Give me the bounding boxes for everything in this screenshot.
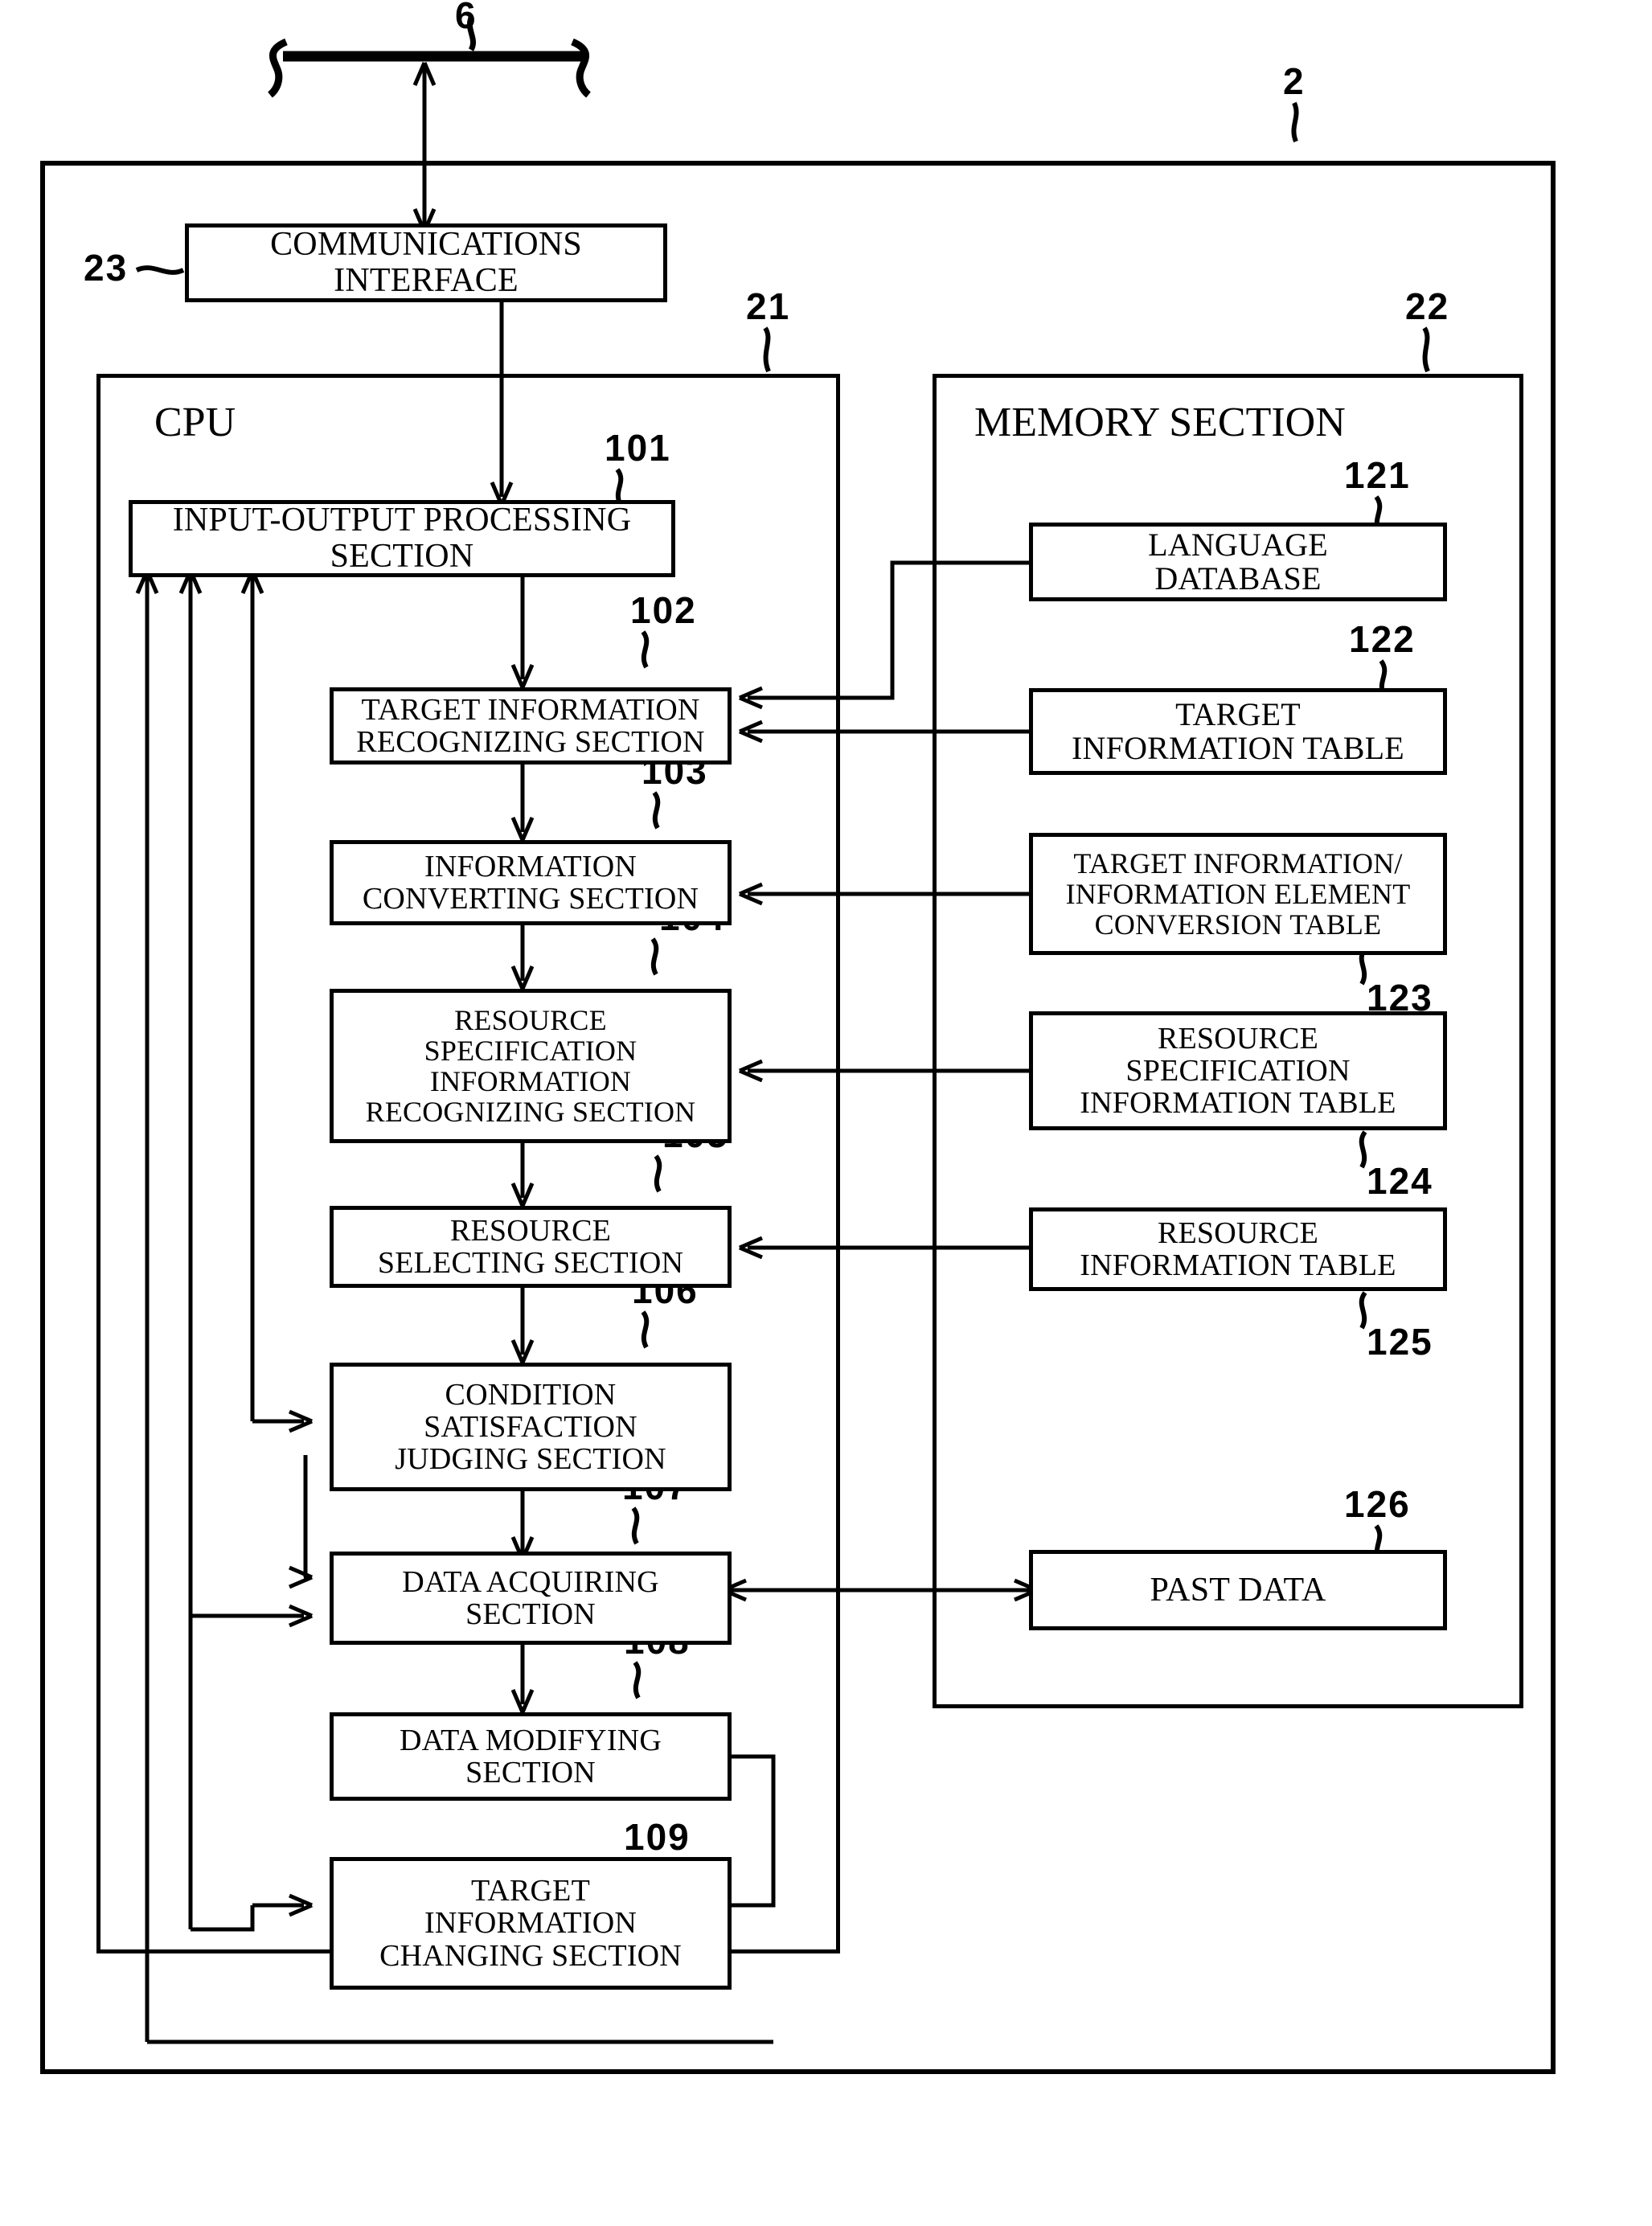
information-converting-label: INFORMATION CONVERTING SECTION <box>362 849 699 916</box>
data-modifying-label: DATA MODIFYING SECTION <box>400 1723 662 1789</box>
language-database-box[interactable]: LANGUAGE DATABASE <box>1029 523 1447 601</box>
resource-specification-information-table-label: RESOURCE SPECIFICATION INFORMATION TABLE <box>1080 1021 1396 1121</box>
ref-number-109: 109 <box>624 1816 691 1858</box>
input-output-processing-label: INPUT-OUTPUT PROCESSING SECTION <box>172 502 632 575</box>
ref-number-2: 2 <box>1283 60 1306 102</box>
resource-selecting-box[interactable]: RESOURCE SELECTING SECTION <box>330 1206 732 1288</box>
target-information-table-label: TARGET INFORMATION TABLE <box>1072 695 1404 766</box>
data-acquiring-label: DATA ACQUIRING SECTION <box>402 1564 659 1631</box>
target-information-element-conversion-table-label: TARGET INFORMATION/ INFORMATION ELEMENT … <box>1065 847 1411 941</box>
ref-number-22: 22 <box>1405 285 1450 327</box>
ref-number-102: 102 <box>630 589 697 631</box>
target-information-element-conversion-table-box[interactable]: TARGET INFORMATION/ INFORMATION ELEMENT … <box>1029 833 1447 955</box>
ref-number-126: 126 <box>1344 1483 1411 1525</box>
resource-specification-information-recognizing-label: RESOURCE SPECIFICATION INFORMATION RECOG… <box>365 1003 696 1129</box>
figure-canvas: 6 2 23 21 22 101 102 103 104 105 106 107… <box>0 0 1652 2226</box>
ref-number-125: 125 <box>1367 1321 1433 1363</box>
data-acquiring-box[interactable]: DATA ACQUIRING SECTION <box>330 1552 732 1645</box>
target-information-recognizing-label: TARGET INFORMATION RECOGNIZING SECTION <box>356 692 705 759</box>
information-converting-box[interactable]: INFORMATION CONVERTING SECTION <box>330 840 732 925</box>
input-output-processing-box[interactable]: INPUT-OUTPUT PROCESSING SECTION <box>129 500 675 577</box>
resource-information-table-label: RESOURCE INFORMATION TABLE <box>1080 1215 1396 1282</box>
resource-selecting-label: RESOURCE SELECTING SECTION <box>377 1213 684 1280</box>
communications-interface-label: COMMUNICATIONS INTERFACE <box>270 226 582 299</box>
target-information-recognizing-box[interactable]: TARGET INFORMATION RECOGNIZING SECTION <box>330 687 732 765</box>
target-information-changing-box[interactable]: TARGET INFORMATION CHANGING SECTION <box>330 1857 732 1990</box>
ref-number-23: 23 <box>84 247 129 289</box>
ref-number-101: 101 <box>605 427 671 469</box>
condition-satisfaction-judging-label: CONDITION SATISFACTION JUDGING SECTION <box>395 1377 666 1477</box>
resource-specification-information-recognizing-box[interactable]: RESOURCE SPECIFICATION INFORMATION RECOG… <box>330 989 732 1143</box>
memory-section-label: MEMORY SECTION <box>974 400 1346 445</box>
ref-number-122: 122 <box>1349 618 1416 660</box>
resource-specification-information-table-box[interactable]: RESOURCE SPECIFICATION INFORMATION TABLE <box>1029 1011 1447 1130</box>
condition-satisfaction-judging-box[interactable]: CONDITION SATISFACTION JUDGING SECTION <box>330 1363 732 1491</box>
past-data-box[interactable]: PAST DATA <box>1029 1550 1447 1630</box>
ref-number-21: 21 <box>746 285 791 327</box>
ref-number-121: 121 <box>1344 454 1411 496</box>
resource-information-table-box[interactable]: RESOURCE INFORMATION TABLE <box>1029 1207 1447 1291</box>
cpu-label: CPU <box>154 400 236 445</box>
communications-interface-box[interactable]: COMMUNICATIONS INTERFACE <box>185 223 667 302</box>
ref-number-6: 6 <box>455 0 478 36</box>
data-modifying-box[interactable]: DATA MODIFYING SECTION <box>330 1712 732 1801</box>
target-information-table-box[interactable]: TARGET INFORMATION TABLE <box>1029 688 1447 775</box>
past-data-label: PAST DATA <box>1150 1571 1326 1609</box>
ref-number-124: 124 <box>1367 1160 1433 1202</box>
language-database-label: LANGUAGE DATABASE <box>1148 526 1328 596</box>
target-information-changing-label: TARGET INFORMATION CHANGING SECTION <box>379 1874 682 1973</box>
